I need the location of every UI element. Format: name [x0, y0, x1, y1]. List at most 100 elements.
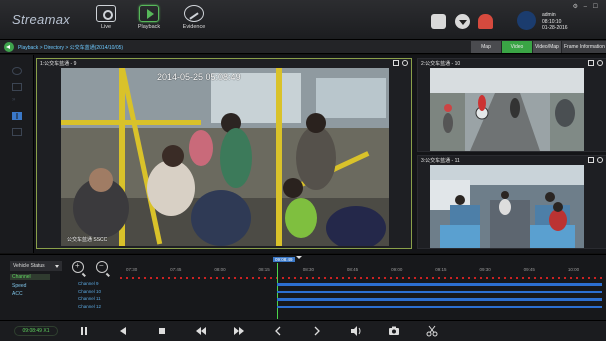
playback-controls: 09:08:49 X1 — [0, 320, 606, 341]
nav-live-button[interactable]: Live — [86, 5, 126, 38]
camera-icon — [389, 326, 399, 335]
video-panel-3[interactable]: 3:公交车蓝通 - 11 — [417, 155, 606, 249]
fullscreen-icon[interactable] — [588, 157, 594, 163]
chevron-left-icon — [275, 326, 281, 336]
channel-label: Channel 10 — [78, 288, 102, 294]
breadcrumb[interactable]: Playback > Directory > 公交车蓝通(2014/10/05) — [18, 44, 123, 51]
video-panel-tools — [588, 157, 603, 163]
video-panel-2[interactable]: 2:公交车蓝通 - 10 — [417, 58, 606, 152]
time-ruler[interactable]: 07:30 07:45 08:00 08:15 08:30 08:45 09:00 09:15… — [120, 267, 606, 277]
video-frame[interactable]: 2014-05-25 05:08:49 公交车蓝通 SSCC — [61, 68, 389, 246]
sub-bar: Playback > Directory > 公交车蓝通(2014/10/05)… — [0, 40, 606, 54]
grid-2-icon[interactable] — [12, 112, 22, 120]
pause-icon — [81, 327, 87, 335]
time-tick: 08:45 — [346, 267, 359, 272]
video-osd-channel: 公交车蓝通 SSCC — [67, 237, 108, 243]
video-frame-image — [430, 165, 584, 248]
channel-row[interactable]: Channel 11 — [62, 296, 606, 302]
volume-button[interactable] — [350, 325, 362, 337]
layout-sidebar: » — [0, 55, 34, 253]
window-controls[interactable]: ⚙ – ☐ — [573, 3, 600, 10]
message-icon[interactable] — [431, 14, 446, 29]
clip-button[interactable] — [426, 325, 438, 337]
zoom-out-icon[interactable]: − — [96, 261, 108, 273]
channel-row[interactable]: Channel 12 — [62, 304, 606, 310]
playhead-time: 09:08:49 — [273, 257, 295, 262]
video-frame-image — [430, 68, 584, 151]
view-tabs: Map Video Video/Map Frame Information — [471, 41, 606, 53]
tab-video[interactable]: Video — [502, 41, 532, 53]
next-frame-button[interactable] — [311, 325, 323, 337]
recording-bar[interactable] — [277, 290, 602, 293]
video-panel-title: 1:公交车蓝通 - 9 — [40, 61, 77, 67]
time-display: 09:08:49 X1 — [14, 326, 58, 336]
play-reverse-icon — [120, 327, 126, 335]
status-option-speed[interactable]: Speed — [12, 283, 26, 289]
status-option-channel[interactable]: Channel — [10, 274, 50, 280]
alarm-bell-icon[interactable] — [478, 14, 493, 29]
play-reverse-button[interactable] — [117, 325, 129, 337]
video-panel-tools — [588, 60, 603, 66]
rewind-icon — [196, 327, 206, 335]
fullscreen-icon[interactable] — [393, 60, 399, 66]
channel-row[interactable]: Channel 10 — [62, 289, 606, 295]
stop-button[interactable] — [156, 325, 168, 337]
status-option-acc[interactable]: ACC — [12, 291, 23, 297]
nav-live-label: Live — [100, 24, 112, 30]
time-tick: 10:00 — [567, 267, 580, 272]
video-frame[interactable] — [430, 68, 584, 151]
fullscreen-icon[interactable] — [588, 60, 594, 66]
time-tick: 07:30 — [126, 267, 138, 272]
zoom-icon[interactable] — [597, 60, 603, 66]
download-icon[interactable] — [455, 14, 470, 29]
time-tick: 08:00 — [214, 267, 226, 272]
back-icon[interactable] — [4, 42, 14, 52]
search-icon[interactable] — [12, 67, 22, 75]
time-tick: 09:30 — [479, 267, 491, 272]
recording-bar[interactable] — [277, 283, 602, 286]
channel-label: Channel 11 — [78, 296, 101, 301]
chevron-icon[interactable]: » — [12, 97, 22, 105]
time-tick: 09:45 — [523, 267, 535, 272]
app-logo: Streamax — [12, 12, 71, 27]
video-frame[interactable] — [430, 165, 584, 248]
time-tick: 08:30 — [302, 267, 314, 272]
recording-bar[interactable] — [277, 305, 602, 308]
volume-icon — [351, 326, 361, 336]
play-icon — [139, 5, 159, 22]
speed-display-value: X1 — [43, 328, 50, 334]
rewind-button[interactable] — [195, 325, 207, 337]
eye-icon — [96, 5, 116, 22]
snapshot-button[interactable] — [388, 325, 400, 337]
channel-label: Channel 12 — [78, 303, 102, 309]
fast-forward-button[interactable] — [233, 325, 245, 337]
nav-evidence-button[interactable]: Evidence — [174, 5, 214, 38]
user-avatar[interactable] — [517, 11, 536, 30]
video-osd-date: 2014-05-25 05:08:49 — [157, 72, 241, 82]
list-icon[interactable] — [12, 83, 22, 91]
tab-map[interactable]: Map — [471, 41, 501, 53]
tab-frame-information[interactable]: Frame Information — [562, 41, 606, 53]
zoom-icon[interactable] — [402, 60, 408, 66]
channel-row[interactable]: Channel 9 — [62, 281, 606, 287]
previous-frame-button[interactable] — [272, 325, 284, 337]
chevron-down-icon[interactable] — [296, 256, 302, 259]
vehicle-status-select[interactable]: Vehicle Status — [10, 261, 62, 271]
video-frame-image — [61, 68, 389, 246]
user-info: admin 08:10:10 01-28-2016 — [542, 12, 568, 32]
alarm-track — [120, 277, 606, 279]
top-bar: Streamax Live Playback Evidence admin 08… — [0, 0, 606, 40]
grid-4-icon[interactable] — [12, 128, 22, 136]
pause-button[interactable] — [78, 325, 90, 337]
nav-playback-button[interactable]: Playback — [129, 5, 169, 38]
time-tick: 09:00 — [391, 267, 403, 272]
video-panel-main[interactable]: 1:公交车蓝通 - 9 2014-05-25 05:08:49 公交车蓝通 SS… — [36, 58, 412, 249]
time-tick: 07:45 — [170, 267, 182, 272]
zoom-in-icon[interactable]: + — [72, 261, 84, 273]
zoom-icon[interactable] — [597, 157, 603, 163]
timeline: Vehicle Status Channel Speed ACC + − 07:… — [0, 254, 606, 321]
time-tick: 08:15 — [258, 267, 270, 272]
tab-video-map[interactable]: Video/Map — [533, 41, 561, 53]
time-tick: 09:15 — [435, 267, 447, 272]
recording-bar[interactable] — [277, 298, 602, 301]
